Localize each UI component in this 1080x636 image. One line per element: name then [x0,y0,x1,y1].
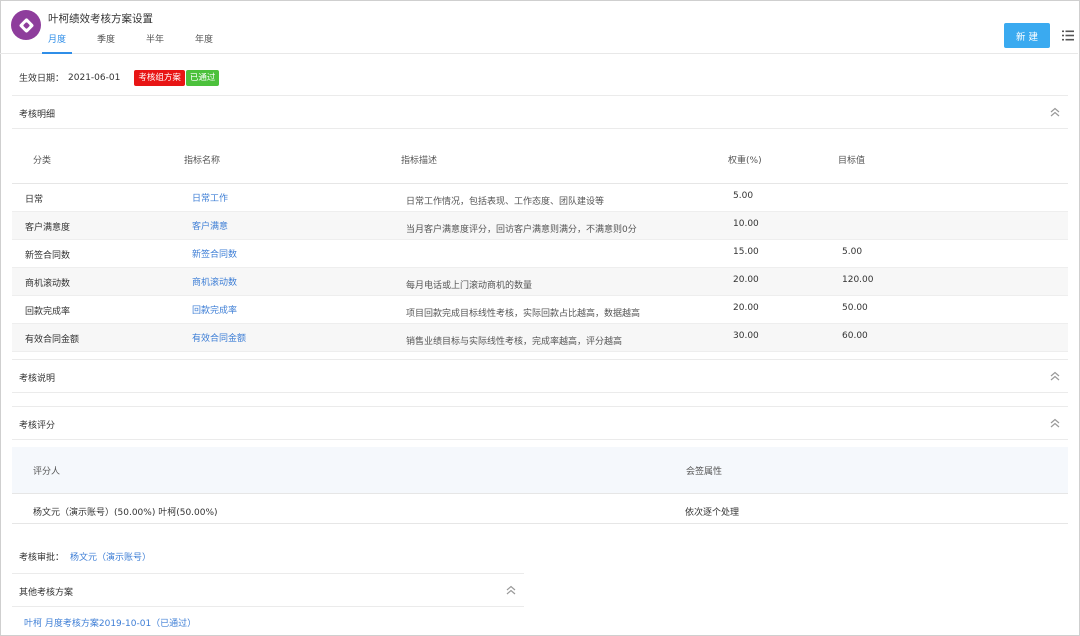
row-category: 商机滚动数 [25,279,71,289]
row-attribute: 依次逐个处理 [685,508,740,518]
detail-table-header: 分类 指标名称 指标描述 权重(%) 目标值 [12,129,1068,184]
approval-label: 考核审批： [19,553,65,563]
row-weight: 20.00 [733,275,759,285]
table-row: 回款完成率 回款完成率 项目回款完成目标线性考核，实际回款占比越高，数据越高 2… [12,296,1068,324]
section-title: 考核说明 [19,374,56,384]
row-category: 回款完成率 [25,307,71,317]
row-target: 120.00 [842,275,874,285]
table-row: 商机滚动数 商机滚动数 每月电话或上门滚动商机的数量 20.00 120.00 [12,268,1068,296]
double-chevron-up-icon[interactable] [1050,107,1060,117]
column-header-description: 指标描述 [401,156,438,166]
tab-half-year[interactable]: 半年 [140,34,170,54]
row-raters: 杨文元（演示账号）(50.00%) 叶柯(50.00%) [33,508,218,518]
score-section-header[interactable]: 考核评分 [12,406,1068,440]
column-header-attribute: 会签属性 [686,467,723,477]
page-header: 叶柯绩效考核方案设置 月度 季度 半年 年度 新 建 [0,0,1078,54]
row-indicator-link[interactable]: 有效合同金额 [192,331,246,344]
double-chevron-up-icon[interactable] [506,585,516,595]
row-indicator-link[interactable]: 日常工作 [192,191,228,204]
section-title: 考核评分 [19,421,56,431]
row-description: 当月客户满意度评分，回访客户满意则满分，不满意则0分 [406,225,637,235]
section-title: 其他考核方案 [19,588,74,598]
column-header-rater: 评分人 [33,467,61,477]
row-category: 新签合同数 [25,251,71,261]
row-description: 日常工作情况，包括表现、工作态度、团队建设等 [406,197,605,207]
section-title: 考核明细 [19,110,56,120]
tab-monthly[interactable]: 月度 [42,34,73,54]
page-title: 叶柯绩效考核方案设置 [48,13,153,25]
row-description: 项目回款完成目标线性考核，实际回款占比越高，数据越高 [406,309,641,319]
other-scheme-link[interactable]: 叶柯 月度考核方案2019-10-01（已通过） [24,616,196,629]
double-chevron-up-icon[interactable] [1050,371,1060,381]
list-icon[interactable] [1062,30,1074,41]
effective-date-value: 2021-06-01 [68,72,121,83]
scheme-badge: 考核组方案 [134,69,185,86]
column-header-target: 目标值 [838,156,866,166]
row-target: 60.00 [842,331,868,341]
row-description: 每月电话或上门滚动商机的数量 [406,281,533,291]
column-header-category: 分类 [33,156,52,166]
approval-row: 考核审批： 杨文元（演示账号） [19,550,151,563]
row-target: 50.00 [842,303,868,313]
column-header-weight: 权重(%) [728,156,762,166]
tab-quarterly[interactable]: 季度 [91,34,121,54]
table-row: 有效合同金额 有效合同金额 销售业绩目标与实际线性考核，完成率越高，评分越高 3… [12,324,1068,352]
table-row: 杨文元（演示账号）(50.00%) 叶柯(50.00%) 依次逐个处理 [12,495,1068,524]
row-weight: 5.00 [733,191,754,201]
period-tabs: 月度 季度 半年 年度 [42,34,238,54]
column-header-name: 指标名称 [184,156,221,166]
row-description: 销售业绩目标与实际线性考核，完成率越高，评分越高 [406,337,623,347]
row-weight: 20.00 [733,303,759,313]
row-indicator-link[interactable]: 回款完成率 [192,303,237,316]
table-row: 日常 日常工作 日常工作情况，包括表现、工作态度、团队建设等 5.00 [12,184,1068,212]
row-category: 日常 [25,195,44,205]
row-indicator-link[interactable]: 新签合同数 [192,247,237,260]
other-schemes-header[interactable]: 其他考核方案 [12,573,524,607]
effective-date-row: 生效日期： 2021-06-01 考核组方案 已通过 [19,69,220,86]
detail-section-header[interactable]: 考核明细 [12,95,1068,129]
status-badge: 已通过 [185,69,220,86]
explain-section-header[interactable]: 考核说明 [12,359,1068,393]
row-category: 有效合同金额 [25,335,80,345]
score-table-header: 评分人 会签属性 [12,447,1068,494]
approver-link[interactable]: 杨文元（演示账号） [70,550,151,563]
tab-yearly[interactable]: 年度 [189,34,219,54]
row-weight: 30.00 [733,331,759,341]
new-button[interactable]: 新 建 [1004,23,1050,48]
double-chevron-up-icon[interactable] [1050,418,1060,428]
row-target: 5.00 [842,247,863,257]
row-indicator-link[interactable]: 商机滚动数 [192,275,237,288]
row-weight: 15.00 [733,247,759,257]
effective-date-label: 生效日期： [19,74,65,84]
row-weight: 10.00 [733,219,759,229]
diamond-logo-icon [11,10,41,40]
row-indicator-link[interactable]: 客户满意 [192,219,228,232]
row-category: 客户满意度 [25,223,71,233]
table-row: 客户满意度 客户满意 当月客户满意度评分，回访客户满意则满分，不满意则0分 10… [12,212,1068,240]
table-row: 新签合同数 新签合同数 15.00 5.00 [12,240,1068,268]
